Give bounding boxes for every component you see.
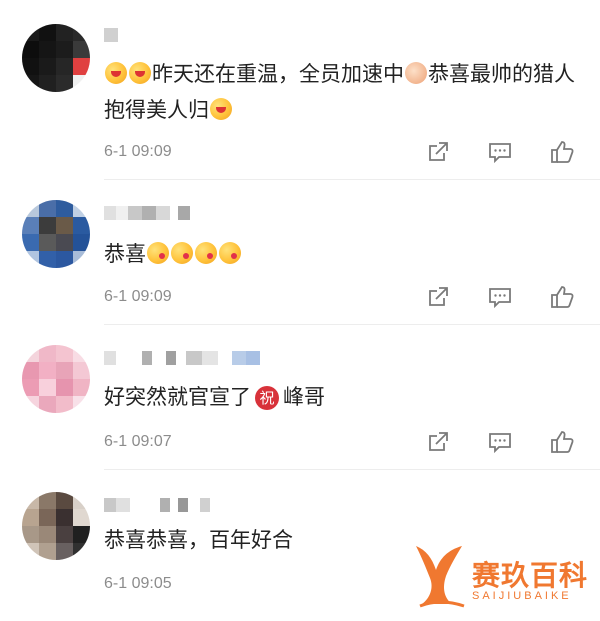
avatar[interactable] xyxy=(22,492,90,560)
share-icon[interactable] xyxy=(424,428,452,456)
like-icon[interactable] xyxy=(548,138,576,166)
comment-actions xyxy=(424,283,576,311)
watermark-logo: 赛玖百科 SAIJIUBAIKE xyxy=(412,540,590,610)
crying-face-icon xyxy=(105,62,127,84)
avatar[interactable] xyxy=(22,24,90,92)
comment-time: 6-1 09:09 xyxy=(104,143,172,160)
comment-time: 6-1 09:09 xyxy=(104,288,172,305)
comment-time: 6-1 09:05 xyxy=(104,575,172,592)
comment-text: 好突然就官宣了祝峰哥 xyxy=(104,385,325,410)
kiss-face-icon xyxy=(195,242,217,264)
kiss-face-icon xyxy=(219,242,241,264)
comment-text: 昨天还在重温，全员加速中 恭喜最帅的猎人抱得美人归 xyxy=(104,62,575,122)
comment-actions xyxy=(424,138,576,166)
comment-icon[interactable] xyxy=(486,428,514,456)
comment-actions xyxy=(424,428,576,456)
crying-face-icon xyxy=(210,98,232,120)
comment-text: 恭喜 xyxy=(104,236,576,272)
username[interactable] xyxy=(104,206,190,226)
crying-face-icon xyxy=(129,62,151,84)
share-icon[interactable] xyxy=(424,283,452,311)
avatar[interactable] xyxy=(22,200,90,268)
username[interactable] xyxy=(104,351,260,371)
watermark-subtitle: SAIJIUBAIKE xyxy=(472,590,572,602)
comment-item: 恭喜 6-1 09:09 xyxy=(0,180,600,325)
kiss-face-icon xyxy=(171,242,193,264)
username[interactable] xyxy=(104,498,210,518)
watermark-title: 赛玖百科 xyxy=(472,559,589,592)
comment-item: 昨天还在重温，全员加速中 恭喜最帅的猎人抱得美人归 6-1 09:09 xyxy=(0,0,600,180)
share-icon[interactable] xyxy=(424,138,452,166)
comment-time: 6-1 09:07 xyxy=(104,433,172,450)
username[interactable] xyxy=(104,28,118,48)
comment-icon[interactable] xyxy=(486,138,514,166)
avatar[interactable] xyxy=(22,345,90,413)
kiss-face-icon xyxy=(147,242,169,264)
comment-item: 好突然就官宣了祝峰哥 6-1 09:07 xyxy=(0,325,600,470)
like-icon[interactable] xyxy=(548,428,576,456)
like-icon[interactable] xyxy=(548,283,576,311)
fist-icon xyxy=(405,62,427,84)
comment-icon[interactable] xyxy=(486,283,514,311)
whale-tail-icon xyxy=(416,546,465,608)
zhu-badge-icon: 祝 xyxy=(255,386,279,410)
